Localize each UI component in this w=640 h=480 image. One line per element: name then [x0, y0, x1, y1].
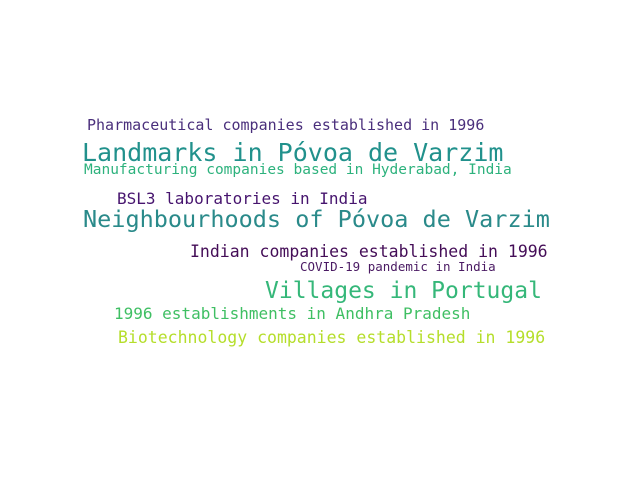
word-andhra-pradesh-1996: 1996 establishments in Andhra Pradesh: [114, 304, 471, 323]
word-pharmaceutical-companies: Pharmaceutical companies established in …: [87, 116, 485, 134]
word-villages-portugal: Villages in Portugal: [265, 278, 542, 304]
word-biotechnology-1996: Biotechnology companies established in 1…: [118, 328, 546, 347]
word-covid-india: COVID-19 pandemic in India: [300, 259, 496, 274]
word-neighbourhoods-povoa: Neighbourhoods of Póvoa de Varzim: [83, 205, 550, 233]
word-manufacturing-hyderabad: Manufacturing companies based in Hyderab…: [84, 162, 512, 178]
word-cloud: Pharmaceutical companies established in …: [0, 0, 640, 480]
